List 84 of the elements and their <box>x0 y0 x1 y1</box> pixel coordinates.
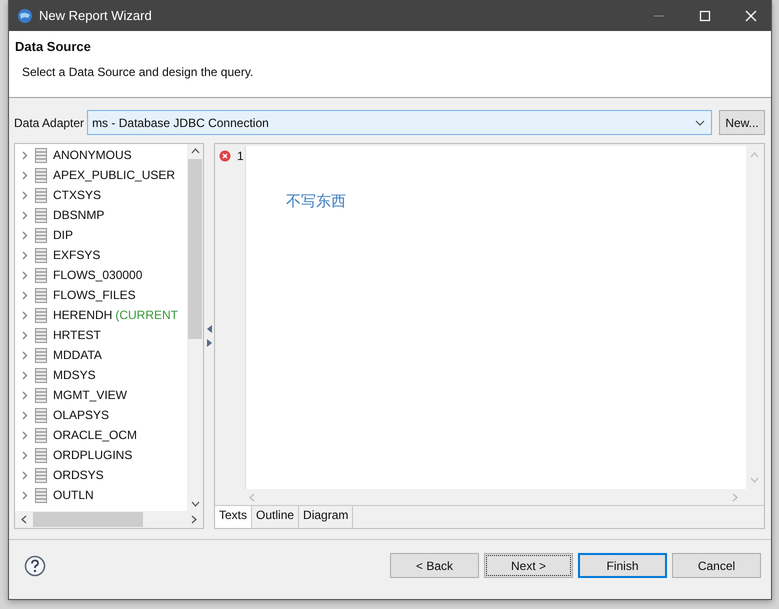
chevron-right-icon[interactable] <box>191 515 197 524</box>
chevron-right-icon[interactable] <box>20 150 29 160</box>
chevron-right-icon[interactable] <box>20 470 29 480</box>
query-text: 不写东西 <box>286 192 347 211</box>
chevron-right-icon[interactable] <box>20 190 29 200</box>
tree-item[interactable]: OLAPSYS <box>53 408 110 422</box>
editor-tab[interactable]: Texts <box>215 506 252 528</box>
query-text-area[interactable]: 不写东西 <box>245 146 746 489</box>
tree-item[interactable]: MDSYS <box>53 368 96 382</box>
window-title: New Report Wizard <box>39 8 152 23</box>
tree-item[interactable]: FLOWS_FILES <box>53 288 136 302</box>
database-icon <box>35 188 47 202</box>
chevron-left-icon[interactable] <box>21 515 27 524</box>
tree-item[interactable]: OUTLN <box>53 488 94 502</box>
chevron-right-icon[interactable] <box>20 330 29 340</box>
chevron-right-icon[interactable] <box>20 230 29 240</box>
scrollbar-thumb[interactable] <box>188 159 202 339</box>
triangle-left-icon[interactable] <box>206 325 212 333</box>
scrollbar-thumb[interactable] <box>33 512 143 527</box>
vertical-scrollbar[interactable] <box>187 144 203 511</box>
triangle-right-icon[interactable] <box>206 339 212 347</box>
chevron-right-icon[interactable] <box>20 410 29 420</box>
chevron-right-icon[interactable] <box>20 390 29 400</box>
tree-item[interactable]: ORACLE_OCM <box>53 428 138 442</box>
chevron-right-icon[interactable] <box>20 210 29 220</box>
close-icon[interactable] <box>745 10 757 22</box>
tree-item[interactable]: DBSNMP <box>53 208 104 222</box>
chevron-right-icon[interactable] <box>20 490 29 500</box>
tree-item[interactable]: CTXSYS <box>53 188 102 202</box>
new-button[interactable]: New... <box>719 110 765 135</box>
database-icon <box>35 408 47 422</box>
database-icon <box>35 148 47 162</box>
database-icon <box>35 268 47 282</box>
database-icon <box>35 328 47 342</box>
database-icon <box>35 308 47 322</box>
database-icon <box>35 468 47 482</box>
chevron-right-icon[interactable] <box>20 290 29 300</box>
database-icon <box>35 288 47 302</box>
wizard-button[interactable]: Cancel <box>672 553 761 578</box>
page-title: Data Source <box>15 39 92 54</box>
chevron-right-icon[interactable] <box>20 350 29 360</box>
tree-item[interactable]: HRTEST <box>53 328 101 342</box>
line-number: 1 <box>237 149 244 163</box>
tree-item[interactable]: HERENDH <box>53 308 112 322</box>
wizard-button[interactable]: < Back <box>390 553 479 578</box>
chevron-right-icon[interactable] <box>20 270 29 280</box>
chevron-right-icon[interactable] <box>20 310 29 320</box>
horizontal-scrollbar[interactable] <box>15 511 203 528</box>
chevron-right-icon[interactable] <box>20 370 29 380</box>
tree-item[interactable]: MGMT_VIEW <box>53 388 127 402</box>
database-icon <box>35 228 47 242</box>
chevron-up-icon[interactable] <box>190 148 200 154</box>
wizard-button[interactable]: Finish <box>578 553 667 578</box>
page-description: Select a Data Source and design the query. <box>22 65 254 79</box>
tree-item[interactable]: ANONYMOUS <box>53 148 132 162</box>
database-icon <box>35 248 47 262</box>
field-label: Data Adapter <box>14 116 84 130</box>
data-adapter-dropdown[interactable]: ms - Database JDBC Connection <box>87 110 712 135</box>
tree-item-note: (CURRENT <box>115 308 180 322</box>
tree-item[interactable]: APEX_PUBLIC_USER <box>53 168 176 182</box>
database-icon <box>35 368 47 382</box>
database-icon <box>35 388 47 402</box>
chevron-down-icon[interactable] <box>190 501 200 507</box>
tree-item[interactable]: ORDSYS <box>53 468 104 482</box>
chevron-right-icon[interactable] <box>20 450 29 460</box>
chevron-right-icon[interactable] <box>20 430 29 440</box>
database-icon <box>35 208 47 222</box>
globe-icon <box>17 8 33 24</box>
database-icon <box>35 428 47 442</box>
tree-item[interactable]: ORDPLUGINS <box>53 448 132 462</box>
tree-item[interactable]: FLOWS_030000 <box>53 268 142 282</box>
chevron-right-icon[interactable] <box>20 170 29 180</box>
chevron-right-icon[interactable] <box>20 250 29 260</box>
database-icon <box>35 348 47 362</box>
maximize-icon[interactable] <box>699 10 711 22</box>
database-icon <box>35 168 47 182</box>
help-icon[interactable] <box>24 554 46 576</box>
chevron-down-icon <box>695 120 705 126</box>
tree-item[interactable]: EXFSYS <box>53 248 100 262</box>
tree-item[interactable]: DIP <box>53 228 74 242</box>
database-icon <box>35 448 47 462</box>
database-icon <box>35 488 47 502</box>
tree-item[interactable]: MDDATA <box>53 348 102 362</box>
wizard-button[interactable]: Next > <box>484 553 573 578</box>
